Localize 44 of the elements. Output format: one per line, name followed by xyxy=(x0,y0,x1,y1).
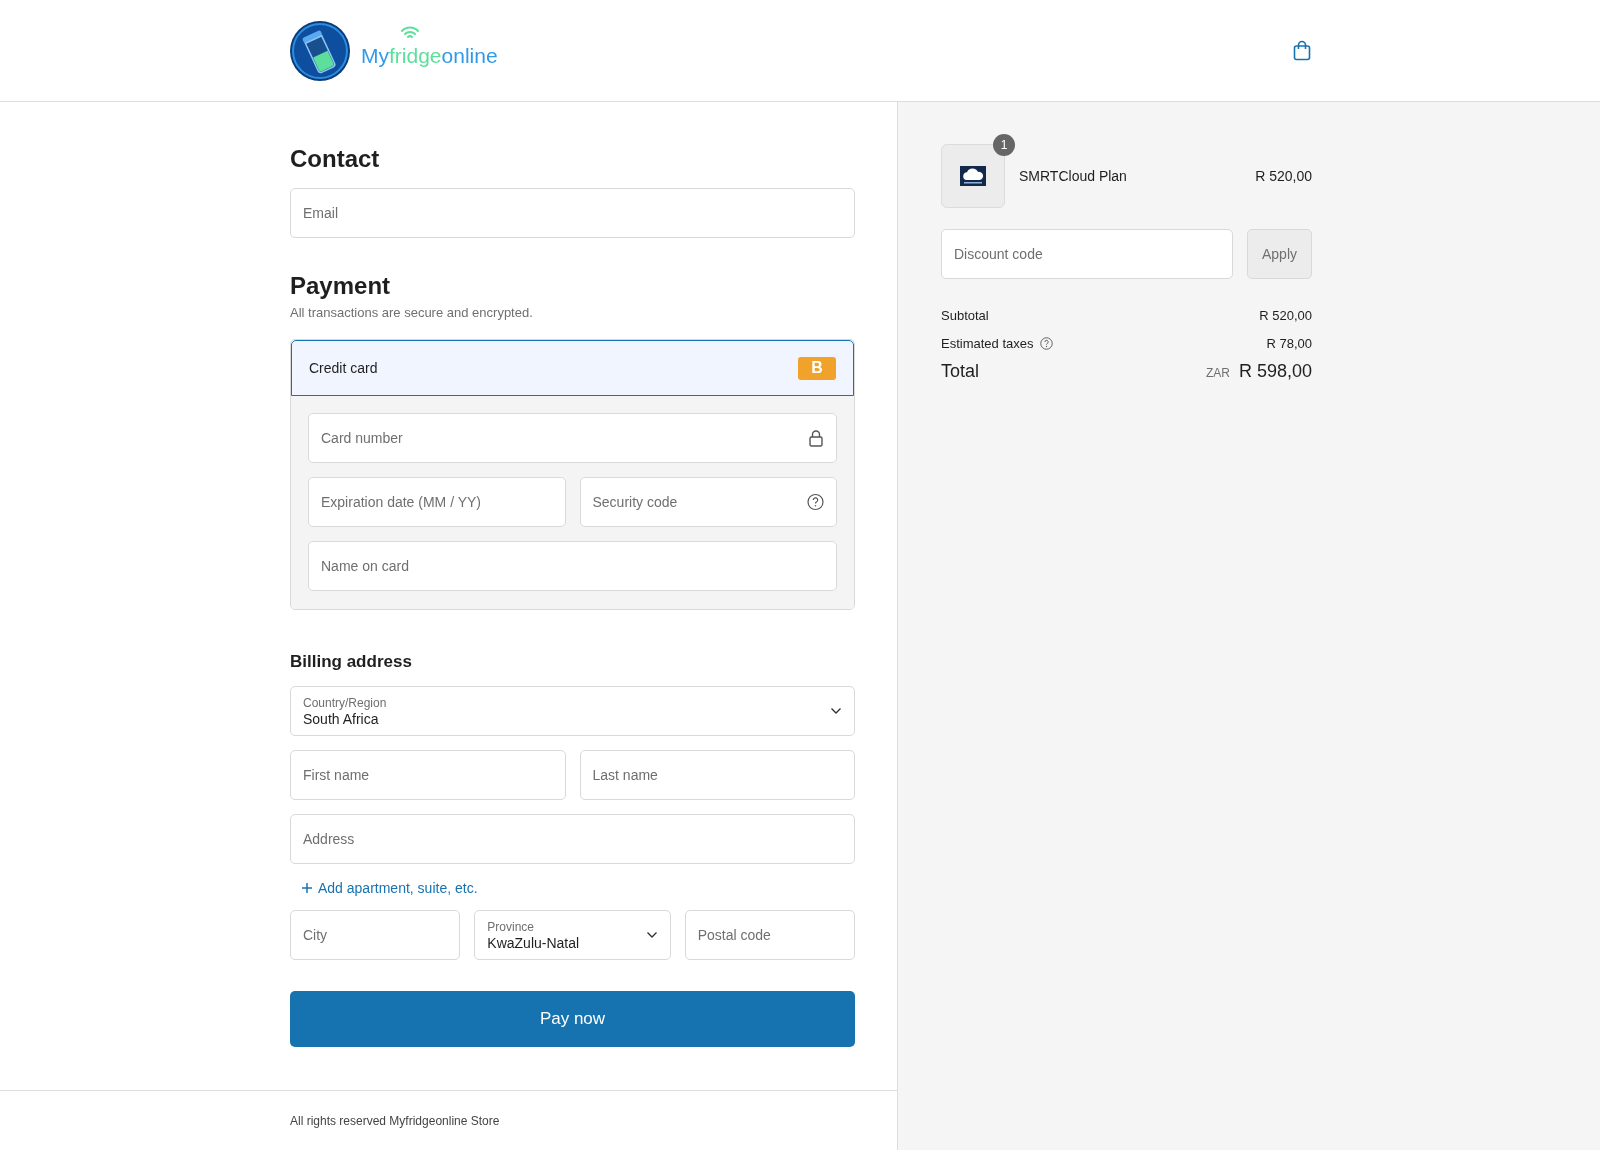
quantity-badge: 1 xyxy=(993,134,1015,156)
input-field[interactable]: Security code xyxy=(579,477,837,527)
payment-method-option[interactable]: Credit card B xyxy=(291,340,854,396)
wifi-icon xyxy=(400,25,420,40)
input-field[interactable]: Card number xyxy=(308,413,837,463)
help-icon[interactable] xyxy=(807,493,824,511)
section-heading: Billing address xyxy=(290,651,413,673)
product-price: R 520,00 xyxy=(1255,168,1312,184)
product-name: SMRTCloud Plan xyxy=(1019,168,1128,184)
plus-icon xyxy=(302,883,312,893)
section-heading: Contact xyxy=(290,144,381,174)
input-field[interactable]: Postal code xyxy=(684,910,855,960)
pay-now-button[interactable]: Pay now xyxy=(290,991,855,1047)
summary-label: Estimated taxes xyxy=(941,335,1034,351)
add-apartment-link[interactable]: Add apartment, suite, etc. xyxy=(302,880,478,896)
input-field[interactable]: Last name xyxy=(579,750,855,800)
chevron-down-icon xyxy=(830,707,842,715)
summary-value: R 78,00 xyxy=(1266,335,1312,351)
total-label: Total xyxy=(941,361,980,382)
summary-label: Subtotal xyxy=(941,307,989,323)
card-brand-badge: B xyxy=(798,356,836,380)
chevron-down-icon xyxy=(645,931,658,939)
select-field[interactable]: Province KwaZulu-Natal xyxy=(474,910,671,960)
security-note: All transactions are secure and encrypted. xyxy=(290,304,534,322)
input-field[interactable]: City xyxy=(290,910,461,960)
input-field[interactable]: Address xyxy=(290,814,855,864)
input-field[interactable]: Expiration date (MM / YY) xyxy=(308,477,566,527)
help-icon[interactable] xyxy=(1039,336,1053,350)
input-field[interactable]: Name on card xyxy=(308,541,837,591)
input-field[interactable]: First name xyxy=(290,750,566,800)
input-field[interactable]: Email xyxy=(290,188,855,238)
currency-code: ZAR xyxy=(1205,366,1230,380)
select-field[interactable]: Country/Region South Africa xyxy=(290,686,855,736)
section-heading: Payment xyxy=(290,271,392,301)
cloud-logo-icon xyxy=(960,166,986,186)
summary-value: R 520,00 xyxy=(1259,307,1312,323)
shopping-bag-icon[interactable] xyxy=(1293,40,1311,61)
copyright-text: All rights reserved Myfridgeonline Store xyxy=(290,1114,500,1128)
total-amount: R 598,00 xyxy=(1238,361,1312,382)
apply-button[interactable]: Apply xyxy=(1247,229,1312,279)
brand-name: Myfridgeonline xyxy=(361,33,498,68)
discount-code-field[interactable]: Discount code xyxy=(941,229,1233,279)
jar-logo-icon xyxy=(289,19,351,82)
lock-icon xyxy=(808,429,824,447)
